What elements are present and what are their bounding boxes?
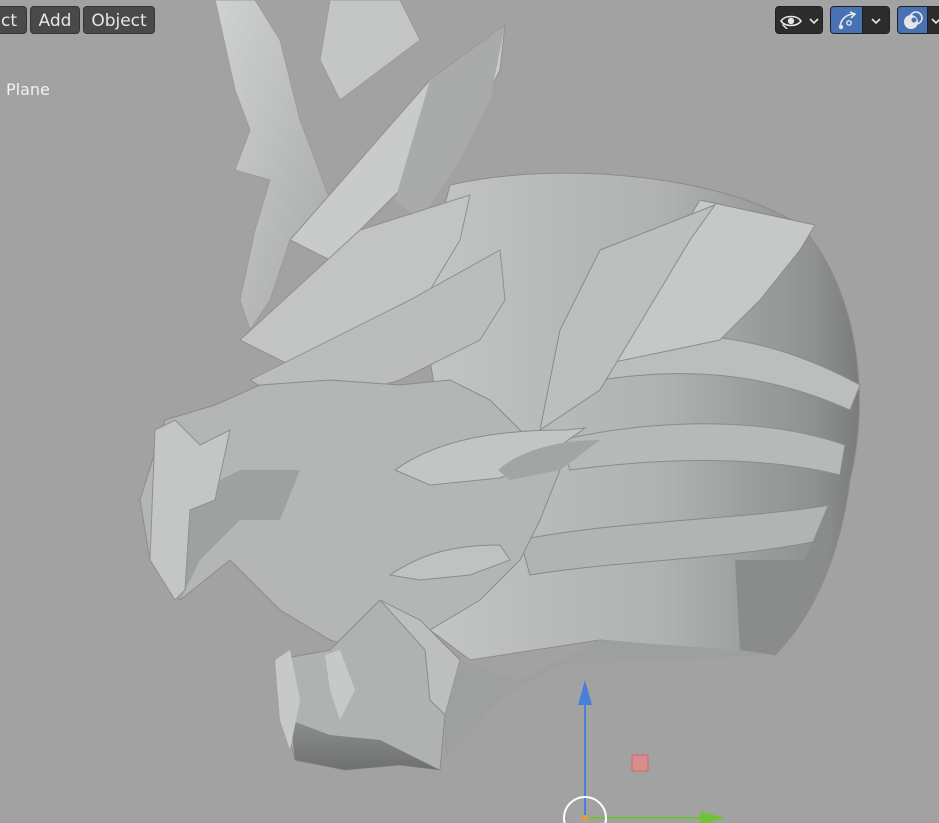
eye-icon[interactable] xyxy=(776,7,806,33)
object-menu[interactable]: Object xyxy=(83,6,155,34)
select-menu[interactable]: ect xyxy=(0,6,27,34)
gizmo-arrow-icon[interactable] xyxy=(831,7,863,33)
chevron-down-icon[interactable] xyxy=(806,7,822,33)
3d-viewport[interactable]: ect Add Object Plane xyxy=(0,0,939,823)
helmet-model[interactable] xyxy=(0,0,939,823)
overlay-toggle-group[interactable] xyxy=(897,6,939,34)
gizmo-toggle-group[interactable] xyxy=(830,6,890,34)
object-name: Plane xyxy=(6,80,50,99)
overlay-circles-icon[interactable] xyxy=(898,7,928,33)
add-menu[interactable]: Add xyxy=(30,6,80,34)
chevron-down-icon[interactable] xyxy=(863,7,889,33)
chevron-down-icon[interactable] xyxy=(928,7,939,33)
active-object-label: Plane xyxy=(0,80,50,100)
selectability-visibility-dropdown[interactable] xyxy=(775,6,823,34)
transform-gizmo[interactable] xyxy=(563,680,725,823)
